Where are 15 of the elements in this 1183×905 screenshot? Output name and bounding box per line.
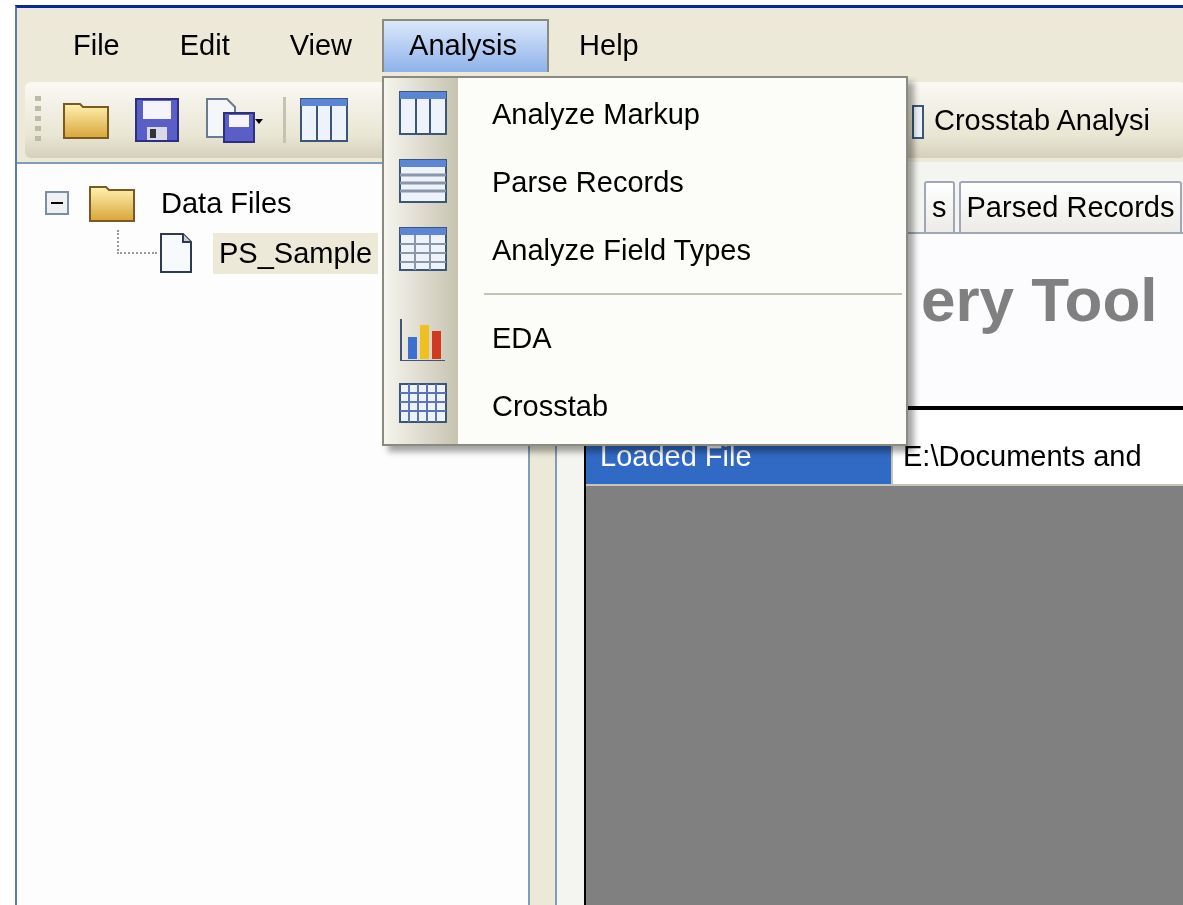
tree-item[interactable]: PS_Sample bbox=[213, 232, 379, 274]
toolbar-button[interactable]: Crosstab Analysi bbox=[926, 99, 1158, 141]
heading: ery Tool bbox=[921, 265, 1158, 334]
tree-item[interactable]: Data Files bbox=[155, 182, 298, 224]
menu-item[interactable]: EDA bbox=[460, 321, 552, 355]
menu-item[interactable]: Analyze Markup bbox=[460, 97, 700, 131]
menu-item[interactable]: Help bbox=[549, 18, 669, 72]
tab[interactable]: s bbox=[924, 181, 955, 232]
menu-item[interactable]: File bbox=[43, 18, 150, 72]
menu-item[interactable]: View bbox=[259, 18, 383, 72]
menu-item[interactable]: Edit bbox=[149, 18, 260, 72]
menu-item[interactable]: Analysis bbox=[382, 18, 550, 72]
tab[interactable]: Parsed Records bbox=[958, 181, 1183, 232]
menu-item[interactable]: Parse Records bbox=[460, 165, 684, 199]
menu-item[interactable]: Analyze Field Types bbox=[460, 233, 751, 267]
